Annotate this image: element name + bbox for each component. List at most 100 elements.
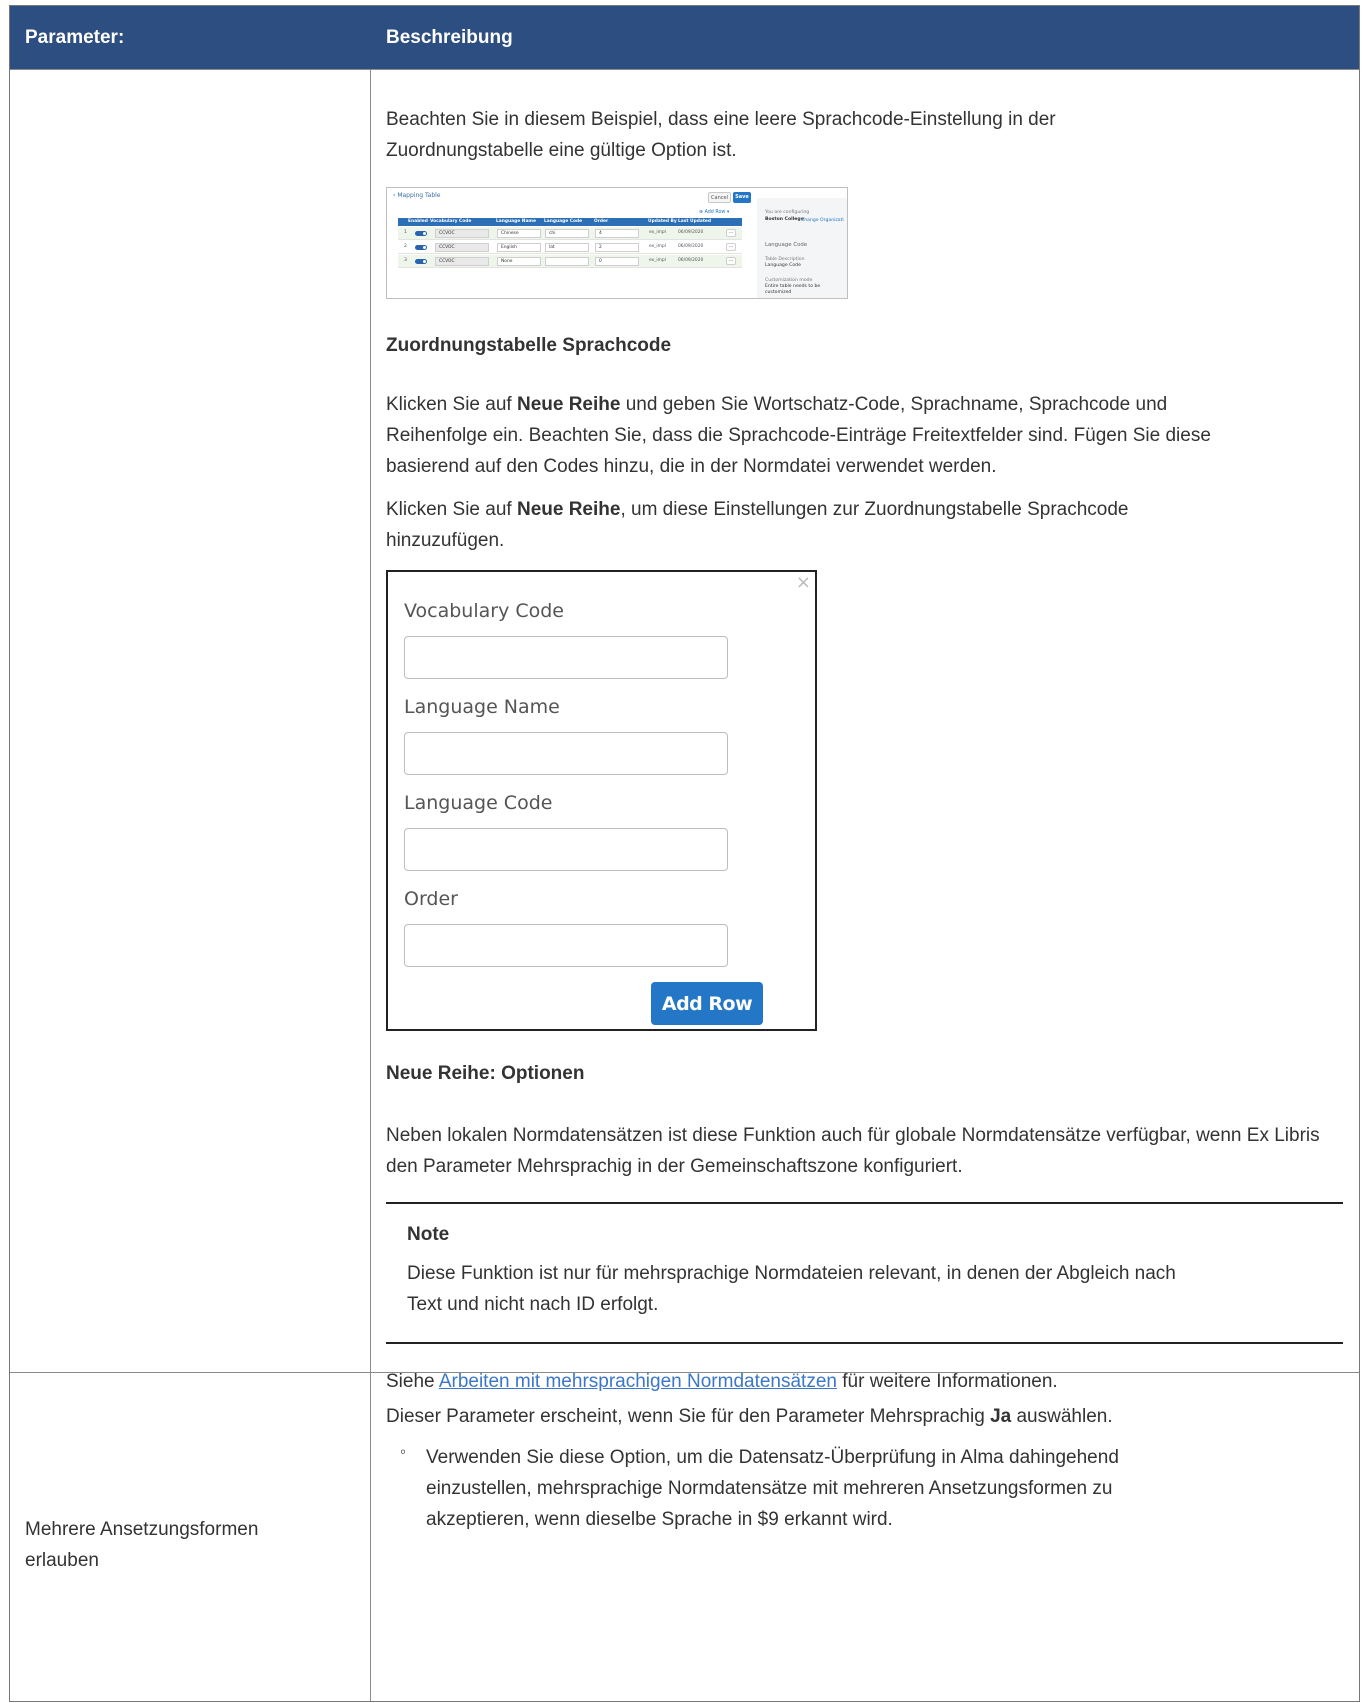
table-row: Beachten Sie in diesem Beispiel, dass ei… xyxy=(10,70,1359,1392)
mini-cust-label: Customization mode xyxy=(765,278,813,283)
mini-row: 1 CCVOC Chinese chi 4 ex_impl 06/09/2020… xyxy=(398,227,742,240)
note-title: Note xyxy=(407,1224,450,1245)
header-description: Beschreibung xyxy=(386,26,513,48)
table-row: Mehrere Ansetzungsformen erlauben Dieser… xyxy=(10,1373,1359,1701)
p2-bold: Neue Reihe xyxy=(516,499,621,520)
mini-row-number: 3 xyxy=(404,258,407,263)
mini-col-enabled: Enabled xyxy=(408,219,428,224)
plus-circle-icon: ⊕ xyxy=(699,210,704,215)
mini-code xyxy=(545,257,589,266)
row-description: Beachten Sie in diesem Beispiel, dass ei… xyxy=(371,70,1359,1392)
mini-vocab: CCVOC xyxy=(435,243,489,252)
note-box: Note Diese Funktion ist nur für mehrspra… xyxy=(386,1202,1343,1344)
mini-col-name: Language Name xyxy=(496,219,536,224)
paragraph-new-row: Klicken Sie auf Neue Reihe und geben Sie… xyxy=(386,389,1216,482)
add-row-button[interactable]: Add Row xyxy=(651,982,763,1025)
mini-date: 06/09/2020 xyxy=(678,244,704,249)
mini-by: ex_impl xyxy=(649,230,666,235)
mini-add-row: ⊕ Add Row ▾ xyxy=(699,210,730,215)
mapping-table-screenshot: ‹ Mapping Table Cancel Save ⊕ Add Row ▾ … xyxy=(386,187,848,299)
list-item: ◦ Verwenden Sie diese Option, um die Dat… xyxy=(386,1442,1343,1535)
vocabulary-code-input[interactable] xyxy=(404,636,728,679)
add-row-dialog: × Vocabulary Code Language Name Language… xyxy=(386,570,817,1031)
toggle-icon xyxy=(415,245,427,250)
mini-col-updated-by: Updated By xyxy=(648,219,677,224)
mini-table-header: Enabled Vocabulary Code Language Name La… xyxy=(398,218,742,226)
mini-vocab: CCVOC xyxy=(435,257,489,266)
row-parameter: Mehrere Ansetzungsformen erlauben xyxy=(10,1373,371,1701)
mini-row-number: 2 xyxy=(404,244,407,249)
vocabulary-code-label: Vocabulary Code xyxy=(404,600,564,622)
mini-cancel-button: Cancel xyxy=(708,192,731,203)
close-icon[interactable]: × xyxy=(796,572,811,593)
more-icon: … xyxy=(726,257,736,265)
p1-text-a: Klicken Sie auf xyxy=(386,394,517,415)
mini-institution: Boston College xyxy=(765,217,804,222)
mini-row: 3 CCVOC None 0 ex_impl 06/09/2020 … xyxy=(398,255,742,268)
mini-add-row-text: Add Row xyxy=(704,210,726,215)
mini-col-last-updated: Last Updated xyxy=(678,219,712,224)
mini-title-text: Mapping Table xyxy=(397,192,441,199)
p1-bold: Neue Reihe xyxy=(516,394,621,415)
toggle-icon xyxy=(415,231,427,236)
mini-order: 0 xyxy=(595,257,639,266)
mini-change-link: Change Organizati xyxy=(801,218,844,223)
row-parameter-empty xyxy=(10,70,371,1372)
mini-cust-value-1: Entire table needs to be xyxy=(765,284,821,289)
mini-cust-value-2: customized xyxy=(765,290,792,295)
mini-desc-value: Language Code xyxy=(765,263,801,268)
mini-save-button: Save xyxy=(733,192,751,203)
mini-order: 4 xyxy=(595,229,639,238)
header-parameter: Parameter: xyxy=(10,6,371,69)
bullet-text: Verwenden Sie diese Option, um die Daten… xyxy=(426,1447,1119,1530)
parameter-name: Mehrere Ansetzungsformen erlauben xyxy=(25,1519,259,1571)
mini-by: ex_impl xyxy=(649,258,666,263)
mini-by: ex_impl xyxy=(649,244,666,249)
mini-desc-label: Table Description xyxy=(765,257,805,262)
mini-row: 2 CCVOC English lat 2 ex_impl 06/09/2020… xyxy=(398,241,742,254)
mini-name: English xyxy=(497,243,541,252)
caption-new-row-options: Neue Reihe: Optionen xyxy=(386,1063,585,1084)
mini-code: chi xyxy=(545,229,589,238)
mini-topbar: ‹ Mapping Table Cancel Save xyxy=(387,188,755,205)
caption-mapping-table: Zuordnungstabelle Sprachcode xyxy=(386,335,672,356)
cond-text-a: Dieser Parameter erscheint, wenn Sie für… xyxy=(386,1406,991,1427)
mini-date: 06/09/2020 xyxy=(678,230,704,235)
mini-row-number: 1 xyxy=(404,230,407,235)
table-header: Parameter: Beschreibung xyxy=(10,6,1359,70)
order-label: Order xyxy=(404,888,458,910)
toggle-icon xyxy=(415,259,427,264)
mini-side-panel: You are configuring Boston College Chang… xyxy=(757,198,847,298)
cond-bold: Ja xyxy=(990,1406,1012,1427)
intro-text: Beachten Sie in diesem Beispiel, dass ei… xyxy=(386,109,1056,161)
parameter-condition: Dieser Parameter erscheint, wenn Sie für… xyxy=(386,1401,1343,1432)
mini-vocab: CCVOC xyxy=(435,229,489,238)
mini-col-code: Language Code xyxy=(544,219,583,224)
back-chevron-icon: ‹ xyxy=(393,192,396,199)
language-name-input[interactable] xyxy=(404,732,728,775)
mini-order: 2 xyxy=(595,243,639,252)
mini-section: Language Code xyxy=(765,242,808,248)
p2-text-a: Klicken Sie auf xyxy=(386,499,517,520)
more-icon: … xyxy=(726,229,736,237)
mini-date: 06/09/2020 xyxy=(678,258,704,263)
mini-configuring: You are configuring xyxy=(765,210,810,215)
paragraph-global-records: Neben lokalen Normdatensätzen ist diese … xyxy=(386,1125,1320,1177)
mini-name: Chinese xyxy=(497,229,541,238)
parameter-table: Parameter: Beschreibung Beachten Sie in … xyxy=(9,5,1360,1702)
row-description: Dieser Parameter erscheint, wenn Sie für… xyxy=(371,1373,1359,1701)
mini-code: lat xyxy=(545,243,589,252)
cond-text-c: auswählen. xyxy=(1011,1406,1113,1427)
bullet-icon: ◦ xyxy=(400,1442,407,1461)
order-input[interactable] xyxy=(404,924,728,967)
language-name-label: Language Name xyxy=(404,696,560,718)
mini-name: None xyxy=(497,257,541,266)
language-code-label: Language Code xyxy=(404,792,553,814)
language-code-input[interactable] xyxy=(404,828,728,871)
mini-col-vocabulary: Vocabulary Code xyxy=(430,219,472,224)
mini-col-order: Order xyxy=(594,219,609,224)
paragraph-add-settings: Klicken Sie auf Neue Reihe, um diese Ein… xyxy=(386,494,1206,556)
note-text: Diese Funktion ist nur für mehrsprachige… xyxy=(407,1263,1176,1315)
mini-title: ‹ Mapping Table xyxy=(393,192,441,199)
more-icon: … xyxy=(726,243,736,251)
